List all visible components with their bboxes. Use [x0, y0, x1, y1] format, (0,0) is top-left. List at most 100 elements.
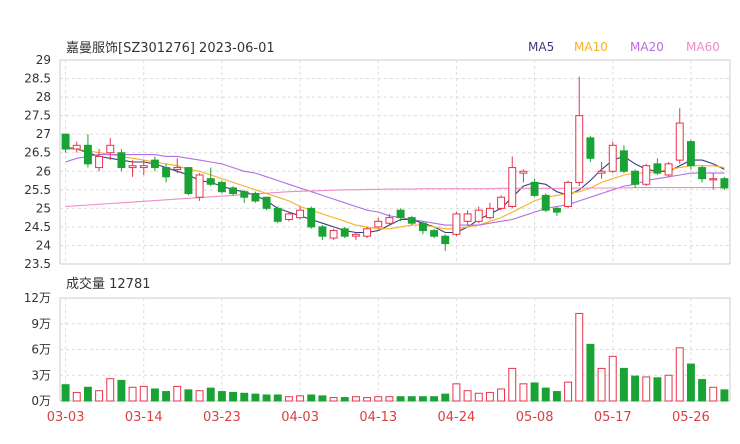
- volume-bar: [485, 391, 494, 402]
- candle: [318, 225, 327, 240]
- volume-bar: [452, 383, 461, 402]
- candle-body: [184, 167, 193, 195]
- candle: [552, 206, 561, 216]
- volume-bar: [619, 367, 628, 402]
- candle: [430, 228, 439, 239]
- x-tick-label: 05-08: [516, 410, 554, 425]
- price-tick-label: 24.5: [24, 220, 51, 234]
- volume-bar: [407, 396, 416, 402]
- price-tick-label: 25.5: [24, 183, 51, 197]
- candle-body: [686, 141, 695, 167]
- volume-bar: [396, 396, 405, 402]
- price-tick-label: 24: [36, 238, 51, 252]
- candle: [608, 141, 617, 174]
- candle-body: [441, 235, 450, 245]
- volume-bar: [251, 393, 260, 402]
- candle-body: [497, 196, 506, 209]
- candle-body: [396, 209, 405, 219]
- volume-bars: [61, 312, 729, 402]
- volume-bar: [284, 396, 293, 402]
- candle-body: [363, 228, 372, 237]
- candle-body: [619, 150, 628, 172]
- volume-bar: [296, 395, 305, 402]
- candle-body: [430, 230, 439, 237]
- x-tick-label: 03-23: [203, 410, 241, 425]
- volume-bar: [564, 381, 573, 402]
- candle: [240, 189, 249, 203]
- volume-bar: [273, 394, 282, 402]
- candle: [675, 108, 684, 164]
- chart-legend: MA5 MA10 MA20 MA60: [528, 40, 720, 54]
- candle-body: [262, 196, 271, 209]
- candle-body: [407, 217, 416, 224]
- volume-bar: [441, 393, 450, 402]
- candle: [564, 180, 573, 209]
- candle-body: [296, 209, 305, 219]
- volume-bar: [139, 385, 148, 402]
- price-tick-label: 23.5: [24, 257, 51, 271]
- price-tick-label: 27: [36, 127, 51, 141]
- legend-ma10: MA10: [574, 40, 608, 54]
- candle-body: [474, 209, 483, 222]
- volume-bar: [117, 379, 126, 402]
- volume-bar: [240, 392, 249, 402]
- candle-body: [128, 165, 137, 169]
- price-y-axis: 29 28.5 28 27.5 27 26.5 26 25.5 25 24.5 24 23.5: [24, 53, 51, 271]
- candle-body: [329, 230, 338, 239]
- candle-body: [273, 207, 282, 222]
- volume-bar: [307, 394, 316, 402]
- x-tick-label: 03-03: [47, 410, 85, 425]
- candle: [307, 206, 316, 229]
- candle-body: [173, 167, 182, 170]
- x-tick-label: 03-14: [125, 410, 163, 425]
- candle-body: [508, 167, 517, 208]
- candle: [273, 206, 282, 224]
- volume-bar: [463, 390, 472, 402]
- candle-body: [206, 178, 215, 185]
- volume-tick-label: 0万: [31, 394, 51, 408]
- volume-bar: [173, 385, 182, 402]
- candle: [351, 232, 360, 240]
- candle-body: [463, 213, 472, 222]
- volume-bar: [709, 386, 718, 402]
- volume-bar: [597, 367, 606, 402]
- candle-body: [698, 167, 707, 180]
- candle: [720, 176, 729, 190]
- legend-ma20: MA20: [630, 40, 664, 54]
- volume-bar: [586, 343, 595, 402]
- volume-bar: [95, 390, 104, 402]
- volume-bar: [575, 312, 584, 402]
- x-tick-label: 04-24: [438, 410, 476, 425]
- candle: [441, 234, 450, 252]
- volume-bar: [72, 391, 81, 402]
- candle: [418, 221, 427, 235]
- ma60-line: [65, 187, 725, 208]
- volume-bar: [329, 397, 338, 402]
- candle: [541, 193, 550, 213]
- candle: [463, 210, 472, 226]
- candle: [329, 228, 338, 240]
- volume-bar: [698, 379, 707, 402]
- candle: [653, 158, 662, 175]
- candle-body: [664, 163, 673, 176]
- volume-bar: [206, 387, 215, 402]
- volume-bar: [720, 389, 729, 402]
- candle-body: [709, 178, 718, 181]
- legend-ma5: MA5: [528, 40, 554, 54]
- chart-svg: 嘉曼服饰[SZ301276] 2023-06-01 MA5 MA10 MA20 MA6…: [24, 40, 731, 425]
- candle: [385, 213, 394, 226]
- volume-tick-label: 6万: [31, 343, 51, 357]
- candle: [642, 163, 651, 187]
- candle: [229, 186, 238, 196]
- candle-body: [195, 174, 204, 198]
- candle-body: [72, 144, 81, 150]
- candle-body: [284, 213, 293, 220]
- volume-bar: [61, 384, 70, 402]
- candle: [686, 139, 695, 170]
- price-chart-title: 嘉曼服饰[SZ301276] 2023-06-01: [66, 41, 275, 56]
- candle: [698, 165, 707, 183]
- candle-body: [351, 233, 360, 237]
- volume-bar: [519, 383, 528, 402]
- candle-body: [162, 167, 171, 178]
- price-tick-label: 27.5: [24, 109, 51, 123]
